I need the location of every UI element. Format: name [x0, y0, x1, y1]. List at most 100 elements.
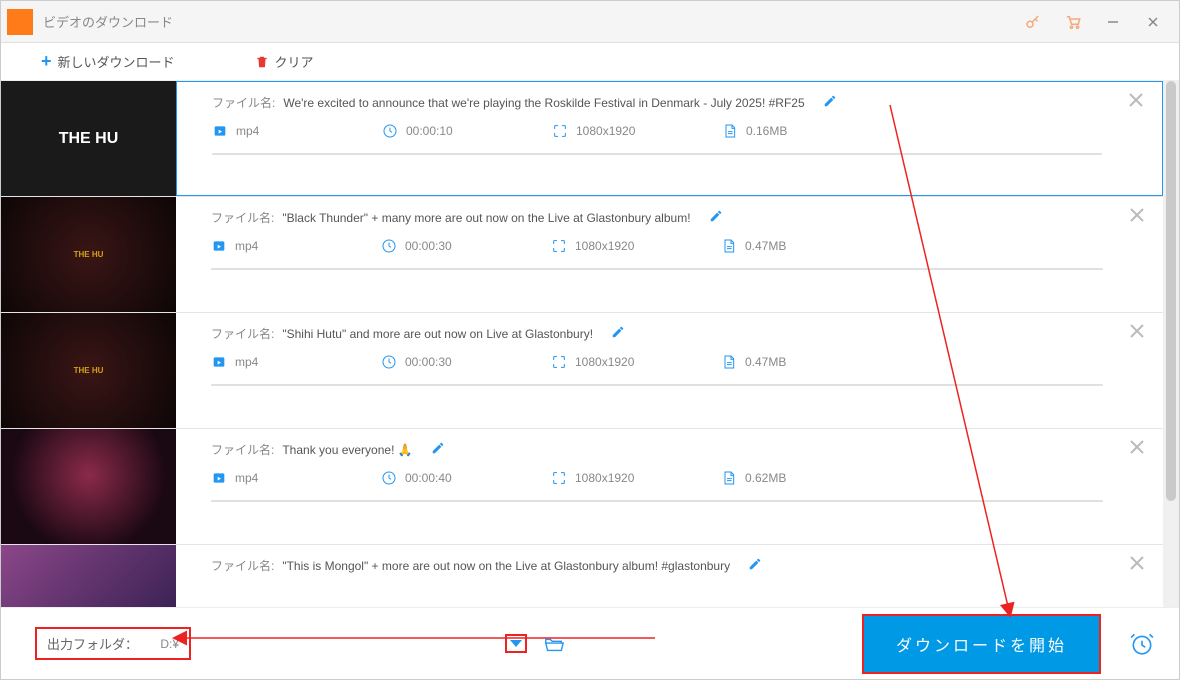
start-download-button[interactable]: ダウンロードを開始	[864, 616, 1099, 672]
key-icon[interactable]	[1013, 2, 1053, 42]
edit-filename-button[interactable]	[699, 209, 723, 226]
item-details: ファイル名: "Black Thunder" + many more are o…	[176, 197, 1163, 312]
progress-bar	[212, 153, 1102, 155]
duration-value: 00:00:30	[405, 239, 452, 253]
filename-row: ファイル名: We're excited to announce that we…	[212, 94, 1102, 111]
download-item[interactable]: ファイル名: Thank you everyone! 🙏 mp4 00:00:4…	[1, 429, 1163, 545]
filename-value: "Shihi Hutu" and more are out now on Liv…	[282, 327, 593, 341]
progress-bar	[211, 384, 1103, 386]
window-title: ビデオのダウンロード	[43, 12, 173, 31]
edit-filename-button[interactable]	[813, 94, 837, 111]
resolution-value: 1080x1920	[575, 471, 634, 485]
filename-row: ファイル名: "Shihi Hutu" and more are out now…	[211, 325, 1103, 342]
progress-bar	[211, 268, 1103, 270]
meta-row: mp4 00:00:40 1080x1920 0.62MB	[211, 470, 1103, 486]
output-path: D:¥	[144, 637, 179, 651]
output-folder-group: 出力フォルダ： D:¥	[35, 627, 191, 660]
item-details: ファイル名: Thank you everyone! 🙏 mp4 00:00:4…	[176, 429, 1163, 544]
edit-filename-button[interactable]	[421, 441, 445, 458]
thumbnail: THE HU	[1, 81, 176, 196]
remove-item-button[interactable]	[1129, 207, 1145, 223]
download-item[interactable]: THE HU ファイル名: We're excited to announce …	[1, 81, 1163, 197]
filename-row: ファイル名: Thank you everyone! 🙏	[211, 441, 1103, 458]
filename-label: ファイル名:	[211, 557, 274, 574]
size-cell: 0.16MB	[722, 123, 892, 139]
app-logo-icon	[7, 9, 33, 35]
close-button[interactable]	[1133, 2, 1173, 42]
format-value: mp4	[235, 355, 258, 369]
edit-filename-button[interactable]	[738, 557, 762, 574]
footer: 出力フォルダ： D:¥ ダウンロードを開始	[1, 607, 1179, 679]
duration-value: 00:00:10	[406, 124, 453, 138]
thumbnail	[1, 429, 176, 544]
format-value: mp4	[235, 239, 258, 253]
resolution-cell: 1080x1920	[551, 470, 721, 486]
clear-button[interactable]: クリア	[255, 52, 314, 71]
duration-cell: 00:00:40	[381, 470, 551, 486]
cart-icon[interactable]	[1053, 2, 1093, 42]
minimize-button[interactable]	[1093, 2, 1133, 42]
resolution-cell: 1080x1920	[552, 123, 722, 139]
size-cell: 0.47MB	[721, 354, 891, 370]
thumbnail: THE HU	[1, 197, 176, 312]
resolution-value: 1080x1920	[575, 239, 634, 253]
scrollbar-thumb[interactable]	[1166, 81, 1176, 501]
item-details: ファイル名: "This is Mongol" + more are out n…	[176, 545, 1163, 607]
clear-label: クリア	[275, 52, 314, 71]
format-cell: mp4	[212, 123, 382, 139]
resolution-cell: 1080x1920	[551, 354, 721, 370]
folder-open-icon[interactable]	[543, 633, 565, 655]
thumbnail	[1, 545, 176, 607]
duration-cell: 00:00:30	[381, 354, 551, 370]
filename-value: "Black Thunder" + many more are out now …	[282, 211, 690, 225]
plus-icon: +	[41, 51, 52, 72]
duration-cell: 00:00:30	[381, 238, 551, 254]
download-item[interactable]: ファイル名: "This is Mongol" + more are out n…	[1, 545, 1163, 607]
resolution-value: 1080x1920	[575, 355, 634, 369]
alarm-clock-icon[interactable]	[1129, 631, 1155, 657]
path-dropdown[interactable]	[505, 634, 527, 653]
filename-value: We're excited to announce that we're pla…	[283, 96, 804, 110]
duration-cell: 00:00:10	[382, 123, 552, 139]
resolution-value: 1080x1920	[576, 124, 635, 138]
edit-filename-button[interactable]	[601, 325, 625, 342]
chevron-down-icon	[510, 640, 522, 647]
download-item[interactable]: THE HU ファイル名: "Black Thunder" + many mor…	[1, 197, 1163, 313]
filename-value: Thank you everyone! 🙏	[282, 443, 412, 457]
duration-value: 00:00:40	[405, 471, 452, 485]
meta-row: mp4 00:00:30 1080x1920 0.47MB	[211, 238, 1103, 254]
remove-item-button[interactable]	[1129, 555, 1145, 571]
toolbar: + 新しいダウンロード クリア	[1, 43, 1179, 81]
format-cell: mp4	[211, 470, 381, 486]
filename-row: ファイル名: "This is Mongol" + more are out n…	[211, 557, 1103, 574]
remove-item-button[interactable]	[1129, 439, 1145, 455]
filename-label: ファイル名:	[211, 209, 274, 226]
remove-item-button[interactable]	[1128, 92, 1144, 108]
new-download-label: 新しいダウンロード	[58, 52, 175, 71]
output-folder-label: 出力フォルダ：	[47, 634, 138, 653]
progress-bar	[211, 500, 1103, 502]
remove-item-button[interactable]	[1129, 323, 1145, 339]
format-value: mp4	[236, 124, 259, 138]
size-cell: 0.47MB	[721, 238, 891, 254]
meta-row: mp4 00:00:30 1080x1920 0.47MB	[211, 354, 1103, 370]
size-value: 0.47MB	[745, 239, 786, 253]
trash-icon	[255, 55, 269, 69]
duration-value: 00:00:30	[405, 355, 452, 369]
item-details: ファイル名: We're excited to announce that we…	[176, 81, 1163, 196]
titlebar: ビデオのダウンロード	[1, 1, 1179, 43]
size-value: 0.62MB	[745, 471, 786, 485]
new-download-button[interactable]: + 新しいダウンロード	[41, 51, 175, 72]
thumbnail: THE HU	[1, 313, 176, 428]
meta-row: mp4 00:00:10 1080x1920 0.16MB	[212, 123, 1102, 139]
download-list: THE HU ファイル名: We're excited to announce …	[1, 81, 1163, 607]
format-cell: mp4	[211, 354, 381, 370]
content-area: THE HU ファイル名: We're excited to announce …	[1, 81, 1179, 607]
app-window: ビデオのダウンロード + 新しいダウンロード クリア THE HU	[0, 0, 1180, 680]
format-cell: mp4	[211, 238, 381, 254]
item-details: ファイル名: "Shihi Hutu" and more are out now…	[176, 313, 1163, 428]
scrollbar[interactable]	[1163, 81, 1179, 607]
download-item[interactable]: THE HU ファイル名: "Shihi Hutu" and more are …	[1, 313, 1163, 429]
filename-row: ファイル名: "Black Thunder" + many more are o…	[211, 209, 1103, 226]
filename-value: "This is Mongol" + more are out now on t…	[282, 559, 730, 573]
